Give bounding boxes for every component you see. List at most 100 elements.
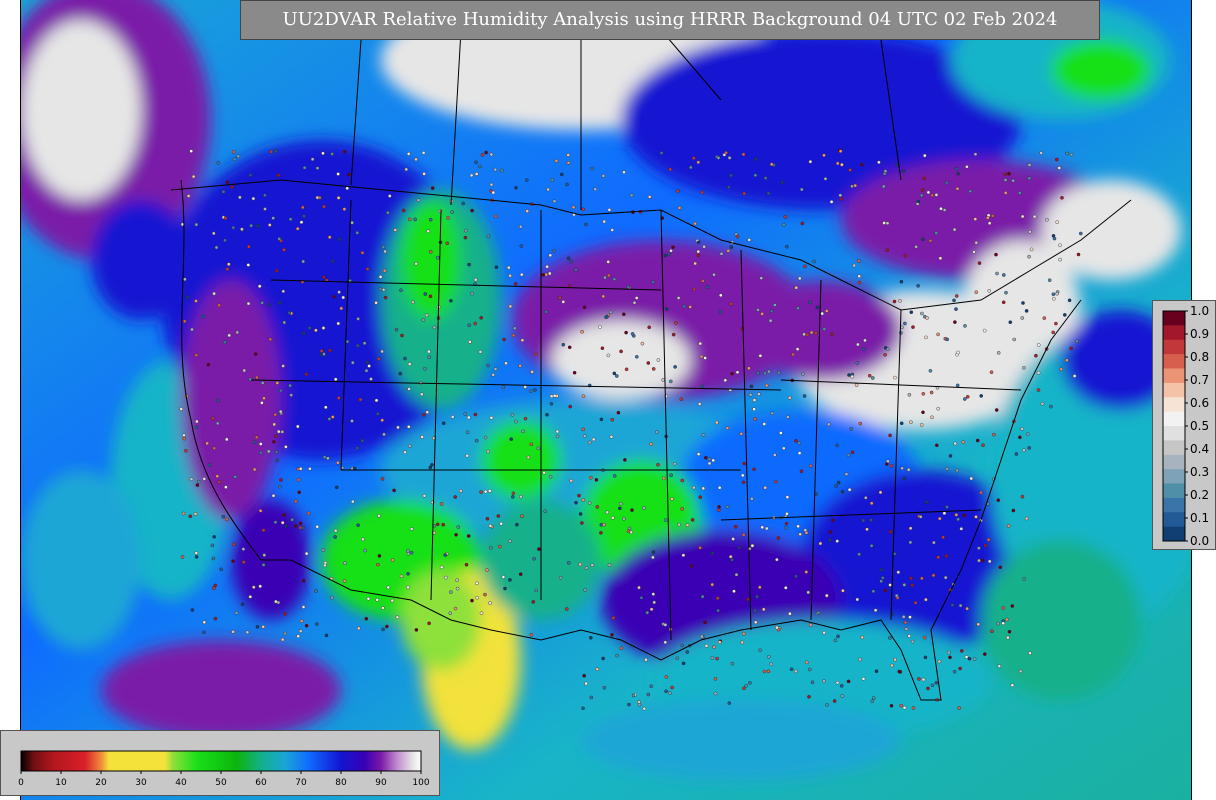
observation-dot [611, 516, 615, 520]
observation-dot [231, 630, 235, 634]
observation-dot [262, 553, 267, 557]
observation-dot [330, 259, 335, 264]
observation-dot [930, 415, 934, 420]
observation-dot [337, 290, 341, 294]
observation-dot [453, 606, 458, 611]
observation-dot [931, 573, 936, 578]
observation-dot [284, 524, 288, 529]
observation-dot [518, 224, 523, 229]
observation-dot [333, 535, 337, 539]
observation-dot [1055, 220, 1059, 224]
observation-dot [649, 684, 654, 689]
observation-dot [759, 276, 764, 280]
observation-dot [607, 563, 612, 567]
observation-dot [381, 627, 385, 632]
observation-dot [282, 248, 286, 252]
observation-dot [835, 161, 840, 166]
observation-dot [944, 554, 949, 558]
observation-dot [841, 588, 845, 593]
observation-dot [211, 556, 216, 561]
observation-dot [856, 342, 860, 347]
observation-dot [670, 497, 674, 501]
observation-dot [882, 221, 886, 225]
observation-dot [341, 295, 346, 300]
observation-dot [475, 595, 480, 600]
observation-dot [240, 602, 245, 607]
observation-dot [407, 387, 411, 391]
observation-dot [252, 440, 257, 445]
observation-dot [483, 489, 488, 494]
observation-dot [519, 244, 524, 248]
observation-dot [315, 195, 320, 200]
observation-dot [989, 370, 994, 375]
humidity-region [21, 470, 141, 650]
observation-dot [663, 640, 668, 645]
observation-dot [919, 193, 924, 198]
observation-dot [552, 393, 557, 398]
observation-dot [923, 655, 928, 660]
observation-dot [961, 440, 966, 445]
observation-dot [944, 180, 949, 185]
observation-dot [629, 193, 634, 198]
observation-dot [874, 669, 879, 674]
observation-dot [1020, 494, 1025, 499]
observation-dot [897, 669, 902, 674]
observation-dot [1067, 298, 1072, 303]
observation-dot [258, 508, 263, 513]
observation-dot [794, 574, 798, 579]
observation-dot [334, 485, 339, 490]
observation-dot [455, 578, 459, 583]
observation-dot [1001, 300, 1006, 305]
observation-dot [758, 585, 762, 590]
observation-dot [807, 667, 812, 672]
observation-dot [663, 518, 668, 522]
observation-dot [669, 473, 673, 478]
observation-colorbar-tick-label: 0.9 [1190, 327, 1209, 341]
observation-dot [818, 541, 823, 546]
observation-colorbar-segment [1163, 339, 1185, 355]
observation-dot [488, 524, 493, 528]
observation-dot [717, 640, 722, 644]
observation-dot [526, 455, 531, 460]
observation-dot [806, 590, 811, 595]
observation-dot [511, 333, 516, 338]
observation-dot [639, 596, 644, 600]
observation-dot [773, 303, 777, 307]
observation-dot [624, 367, 629, 372]
observation-dot [342, 579, 347, 583]
observation-dot [406, 572, 410, 576]
observation-dot [324, 633, 329, 638]
observation-dot [753, 417, 757, 421]
observation-dot [581, 394, 586, 399]
observation-dot [423, 292, 428, 296]
observation-dot [689, 165, 693, 170]
observation-dot [183, 277, 187, 282]
observation-dot [879, 568, 884, 572]
observation-dot [519, 494, 523, 499]
observation-dot [473, 277, 478, 282]
observation-dot [420, 435, 424, 439]
observation-dot [378, 287, 383, 291]
observation-dot [857, 552, 861, 557]
observation-dot [336, 196, 341, 200]
observation-colorbar-segment [1163, 483, 1185, 499]
observation-dot [729, 302, 734, 306]
observation-dot [642, 706, 647, 711]
observation-dot [427, 349, 431, 354]
observation-dot [746, 597, 750, 602]
observation-dot [185, 295, 190, 300]
observation-dot [427, 621, 431, 626]
observation-dot [809, 330, 814, 335]
observation-dot [336, 460, 340, 465]
observation-dot [987, 559, 992, 564]
observation-dot [1027, 163, 1032, 167]
observation-dot [1004, 290, 1008, 295]
observation-dot [624, 330, 628, 335]
observation-dot [715, 656, 719, 661]
observation-dot [773, 479, 778, 484]
observation-dot [642, 506, 646, 510]
observation-dot [659, 151, 664, 155]
observation-dot [902, 583, 907, 587]
observation-dot [612, 371, 617, 376]
observation-dot [441, 522, 446, 527]
